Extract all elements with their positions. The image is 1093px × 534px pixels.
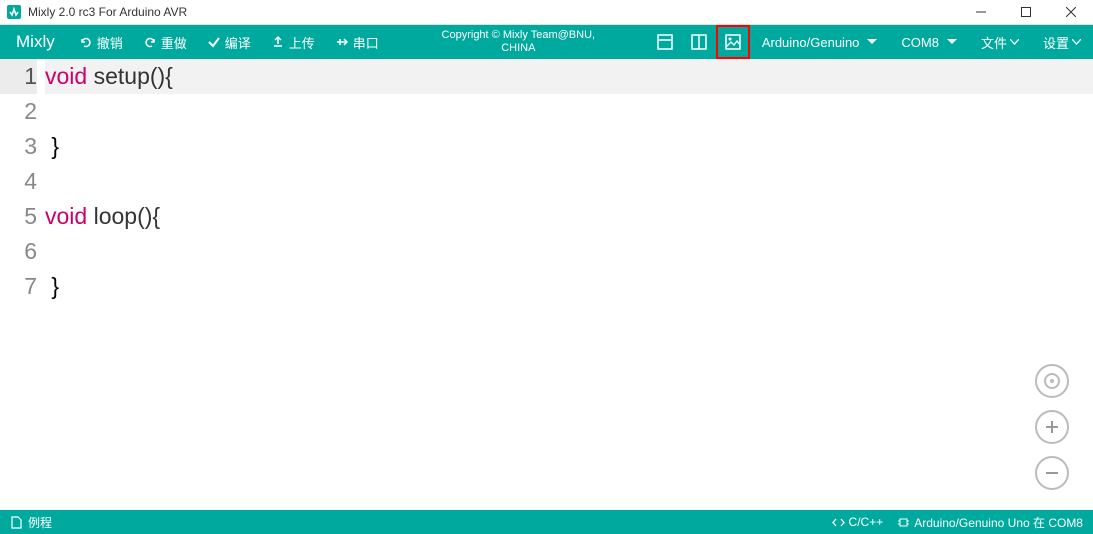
copyright-line1: Copyright © Mixly Team@BNU,	[394, 29, 643, 42]
language-label: C/C++	[849, 515, 884, 529]
upload-button[interactable]: 上传	[261, 25, 325, 59]
brand-label[interactable]: Mixly	[0, 32, 69, 52]
code-text: }	[45, 133, 59, 159]
board-info-label: Arduino/Genuino Uno 在 COM8	[914, 514, 1083, 531]
code-icon	[832, 516, 845, 529]
caret-down-icon	[867, 39, 877, 45]
code-area[interactable]: void setup(){ } void loop(){ }	[45, 59, 1093, 510]
code-text: }	[45, 273, 59, 299]
recenter-button[interactable]	[1035, 364, 1069, 398]
copyright-line2: CHINA	[394, 42, 643, 55]
code-editor[interactable]: 1 2 3 4 5 6 7 void setup(){ } void loop(…	[0, 59, 1093, 510]
status-right: C/C++ Arduino/Genuino Uno 在 COM8	[832, 514, 1083, 531]
maximize-button[interactable]	[1003, 0, 1048, 25]
usb-icon	[335, 35, 349, 49]
line-gutter: 1 2 3 4 5 6 7	[0, 59, 45, 510]
code-line	[45, 94, 1093, 129]
zoom-controls	[1035, 364, 1069, 490]
code-line	[45, 234, 1093, 269]
plus-icon	[1044, 419, 1060, 435]
file-label: 文件	[981, 33, 1007, 52]
window-titlebar: Mixly 2.0 rc3 For Arduino AVR	[0, 0, 1093, 25]
zoom-out-button[interactable]	[1035, 456, 1069, 490]
undo-button[interactable]: 撤销	[69, 25, 133, 59]
main-toolbar: Mixly 撤销 重做 编译 上传 串口 Copyright © Mixly T…	[0, 25, 1093, 59]
redo-label: 重做	[161, 33, 187, 52]
board-indicator[interactable]: Arduino/Genuino Uno 在 COM8	[897, 514, 1083, 531]
example-label: 例程	[28, 514, 52, 531]
line-number: 6	[0, 234, 37, 269]
window-controls	[958, 0, 1093, 25]
undo-icon	[79, 35, 93, 49]
image-icon	[724, 33, 742, 51]
caret-down-icon	[947, 39, 957, 45]
board-selector[interactable]: Arduino/Genuino	[750, 25, 890, 59]
line-number: 4	[0, 164, 37, 199]
chevron-down-icon	[1072, 39, 1081, 45]
split-icon	[690, 33, 708, 51]
compile-label: 编译	[225, 33, 251, 52]
chip-icon	[897, 516, 910, 529]
example-button[interactable]: 例程	[10, 514, 52, 531]
line-number: 1	[0, 59, 37, 94]
port-label: COM8	[901, 35, 939, 50]
code-line: }	[45, 269, 1093, 304]
minimize-button[interactable]	[958, 0, 1003, 25]
redo-button[interactable]: 重做	[133, 25, 197, 59]
keyword: void	[45, 63, 87, 89]
serial-label: 串口	[353, 33, 379, 52]
image-button[interactable]	[716, 25, 750, 59]
file-menu[interactable]: 文件	[969, 25, 1031, 59]
line-number: 2	[0, 94, 37, 129]
redo-icon	[143, 35, 157, 49]
close-button[interactable]	[1048, 0, 1093, 25]
copyright-text: Copyright © Mixly Team@BNU, CHINA	[389, 29, 648, 55]
serial-button[interactable]: 串口	[325, 25, 389, 59]
keyword: void	[45, 203, 87, 229]
port-selector[interactable]: COM8	[889, 25, 969, 59]
zoom-in-button[interactable]	[1035, 410, 1069, 444]
line-number: 3	[0, 129, 37, 164]
settings-menu[interactable]: 设置	[1031, 25, 1093, 59]
code-line: }	[45, 129, 1093, 164]
settings-label: 设置	[1043, 33, 1069, 52]
compile-button[interactable]: 编译	[197, 25, 261, 59]
code-text: setup(){	[87, 63, 173, 89]
language-indicator[interactable]: C/C++	[832, 515, 884, 529]
file-icon	[10, 516, 23, 529]
layout-button-2[interactable]	[682, 25, 716, 59]
line-number: 7	[0, 269, 37, 304]
board-label: Arduino/Genuino	[762, 35, 860, 50]
layout-button-1[interactable]	[648, 25, 682, 59]
line-number: 5	[0, 199, 37, 234]
minus-icon	[1044, 465, 1060, 481]
code-text: loop(){	[87, 203, 160, 229]
upload-icon	[271, 35, 285, 49]
target-icon	[1043, 372, 1061, 390]
layout-icon	[656, 33, 674, 51]
code-line: void setup(){	[45, 59, 1093, 94]
code-line: void loop(){	[45, 199, 1093, 234]
status-bar: 例程 C/C++ Arduino/Genuino Uno 在 COM8	[0, 510, 1093, 534]
upload-label: 上传	[289, 33, 315, 52]
undo-label: 撤销	[97, 33, 123, 52]
check-icon	[207, 35, 221, 49]
window-title: Mixly 2.0 rc3 For Arduino AVR	[28, 5, 958, 19]
code-line	[45, 164, 1093, 199]
chevron-down-icon	[1010, 39, 1019, 45]
app-icon	[6, 4, 22, 20]
